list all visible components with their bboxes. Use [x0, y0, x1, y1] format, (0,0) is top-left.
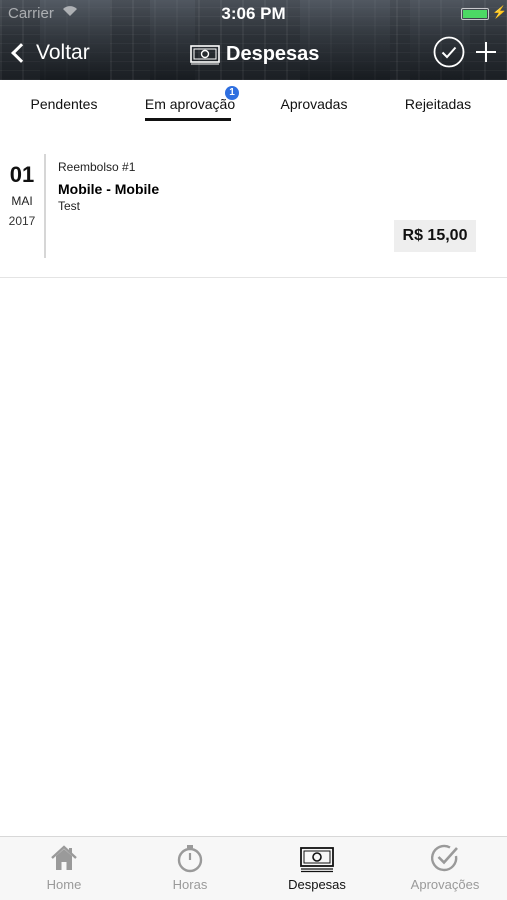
- money-icon: [190, 45, 220, 65]
- expense-date: 01 MAI 2017: [0, 152, 44, 258]
- money-icon: [300, 847, 334, 873]
- tabbar-item-despesas[interactable]: Despesas: [274, 837, 360, 900]
- battery-icon: [461, 8, 489, 20]
- add-expense-button[interactable]: [474, 38, 498, 66]
- expense-description: Test: [58, 199, 81, 213]
- tab-label: Aprovadas: [280, 96, 348, 112]
- expense-amount: R$ 15,00: [394, 220, 476, 252]
- tabbar-label: Home: [46, 877, 82, 892]
- tabbar-label: Aprovações: [410, 877, 480, 892]
- active-tab-indicator: [145, 118, 231, 121]
- tab-label: Pendentes: [30, 96, 98, 112]
- check-circle-icon: [430, 844, 458, 872]
- expense-list-item[interactable]: 01 MAI 2017 Reembolso #1 Mobile - Mobile…: [0, 152, 507, 278]
- status-tabs: Pendentes Em aprovação Aprovadas Rejeita…: [0, 80, 507, 126]
- status-time: 3:06 PM: [221, 4, 286, 23]
- expense-reference: Reembolso #1: [58, 160, 136, 174]
- tab-aprovadas[interactable]: Aprovadas: [262, 80, 366, 126]
- status-bar: Carrier 3:06 PM ⚡: [0, 0, 507, 28]
- home-icon: [51, 845, 77, 870]
- bottom-tab-bar: Home Horas Despesas Aprovações: [0, 836, 507, 900]
- approve-check-button[interactable]: [433, 36, 465, 68]
- date-day: 01: [9, 162, 35, 187]
- page-title-group: Despesas: [190, 38, 319, 70]
- page-title: Despesas: [226, 42, 320, 65]
- tab-label: Rejeitadas: [404, 96, 472, 112]
- date-month: MAI: [11, 194, 33, 208]
- tab-pendentes[interactable]: Pendentes: [14, 80, 114, 126]
- tabbar-label: Horas: [172, 877, 208, 892]
- tabbar-item-horas[interactable]: Horas: [150, 837, 230, 900]
- back-button-label: Voltar: [36, 41, 90, 64]
- tab-rejeitadas[interactable]: Rejeitadas: [388, 80, 488, 126]
- tabbar-item-aprovacoes[interactable]: Aprovações: [400, 837, 490, 900]
- back-button[interactable]: Voltar: [10, 38, 90, 68]
- count-badge: 1: [225, 86, 239, 100]
- date-divider: [44, 154, 46, 258]
- expense-title: Mobile - Mobile: [58, 181, 160, 197]
- chevron-left-icon: [11, 43, 31, 63]
- date-year: 2017: [8, 214, 36, 228]
- tabbar-label: Despesas: [288, 877, 346, 892]
- stopwatch-icon: [177, 845, 203, 873]
- tab-label: Em aprovação: [144, 96, 236, 112]
- tabbar-item-home[interactable]: Home: [24, 837, 104, 900]
- nav-header: Carrier 3:06 PM ⚡ Voltar Despesas: [0, 0, 507, 80]
- charging-icon: ⚡: [492, 5, 507, 19]
